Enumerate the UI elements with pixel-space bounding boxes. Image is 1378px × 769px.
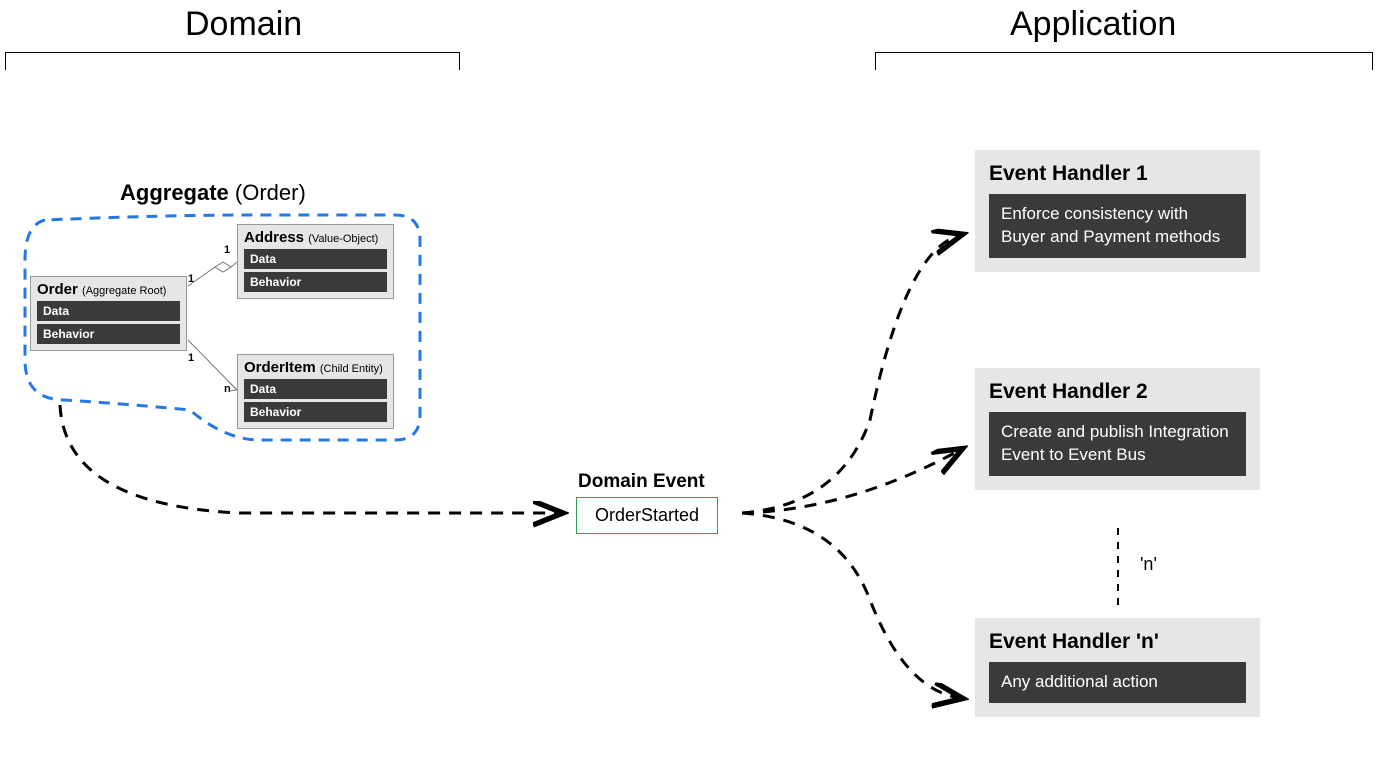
entity-address: Address (Value-Object) Data Behavior [237,224,394,299]
handler-n: Event Handler 'n' Any additional action [975,618,1260,717]
domain-section-label: Domain [185,5,302,44]
entity-address-behavior: Behavior [244,272,387,292]
entity-orderitem-behavior: Behavior [244,402,387,422]
arrow-event-to-handler2 [742,450,960,513]
entity-orderitem-title: OrderItem (Child Entity) [244,359,387,376]
aggregate-label: Aggregate (Order) [120,180,306,206]
mult-order-item-1: 1 [188,352,194,364]
entity-order-behavior: Behavior [37,324,180,344]
handler-1-desc: Enforce consistency with Buyer and Payme… [989,194,1246,258]
handler-n-desc: Any additional action [989,662,1246,703]
application-section-label: Application [1010,5,1176,44]
domain-bracket [5,52,460,70]
domain-event-name: OrderStarted [595,505,699,525]
handler-1-title: Event Handler 1 [989,162,1246,186]
application-bracket [875,52,1373,70]
arrow-event-to-handlern [742,513,960,698]
handler-2: Event Handler 2 Create and publish Integ… [975,368,1260,490]
entity-address-data: Data [244,249,387,269]
mult-order-item-n: n [224,383,231,395]
domain-event-box: OrderStarted [576,497,718,534]
handler-1: Event Handler 1 Enforce consistency with… [975,150,1260,272]
aggregate-label-bold: Aggregate [120,180,229,205]
mult-order-address-1a: 1 [188,273,194,285]
entity-orderitem: OrderItem (Child Entity) Data Behavior [237,354,394,429]
handler-2-title: Event Handler 2 [989,380,1246,404]
handler-2-desc: Create and publish Integration Event to … [989,412,1246,476]
n-connector-label: 'n' [1140,554,1157,575]
entity-order-data: Data [37,301,180,321]
entity-order: Order (Aggregate Root) Data Behavior [30,276,187,351]
entity-orderitem-data: Data [244,379,387,399]
arrow-event-to-handler1 [742,235,960,513]
handler-n-title: Event Handler 'n' [989,630,1246,654]
aggregate-label-paren: (Order) [235,180,306,205]
domain-event-label: Domain Event [578,471,705,493]
mult-order-address-1b: 1 [224,244,230,256]
entity-order-title: Order (Aggregate Root) [37,281,180,298]
entity-address-title: Address (Value-Object) [244,229,387,246]
